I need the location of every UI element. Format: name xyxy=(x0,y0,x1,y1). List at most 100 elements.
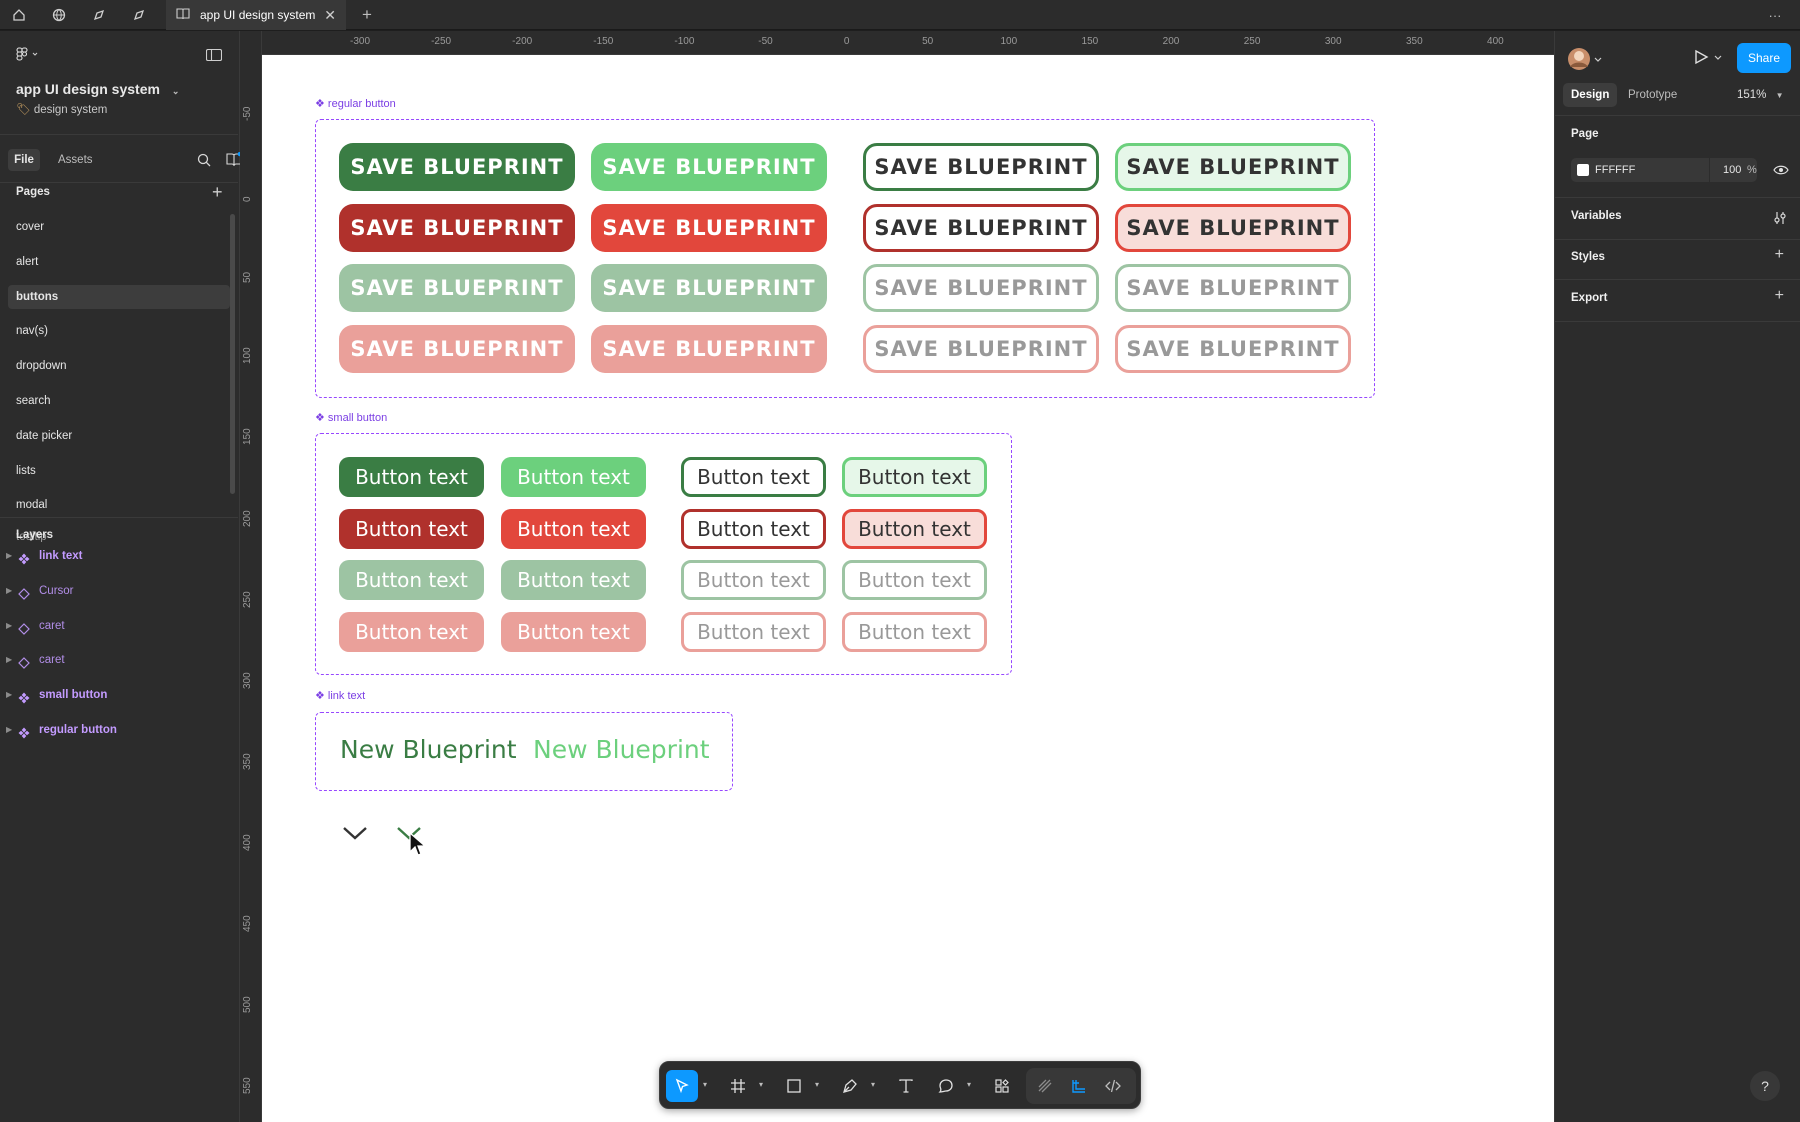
small-button-label[interactable]: ❖ small button xyxy=(315,411,387,424)
search-icon[interactable] xyxy=(197,153,211,172)
caret-right-icon[interactable]: ▶ xyxy=(6,614,12,638)
add-page-icon[interactable]: + xyxy=(212,182,223,203)
variables-heading[interactable]: Variables xyxy=(1571,210,1622,222)
canvas[interactable]: ❖ regular button SAVE BLUEPRINT SAVE BLUE… xyxy=(262,55,1554,1122)
add-style-icon[interactable]: + xyxy=(1775,246,1784,264)
small-button[interactable]: Button text xyxy=(501,508,646,549)
layer-item[interactable]: ▶ regular button xyxy=(0,718,238,742)
save-blueprint-button[interactable]: SAVE BLUEPRINT xyxy=(863,143,1099,191)
page-opacity-value[interactable]: 100 xyxy=(1723,158,1741,182)
dev-mode-icon[interactable] xyxy=(1097,1070,1129,1102)
shape-tool[interactable] xyxy=(778,1070,810,1102)
help-button[interactable]: ? xyxy=(1750,1071,1780,1101)
small-button[interactable]: Button text xyxy=(842,457,987,497)
community-globe-icon[interactable] xyxy=(48,5,70,25)
design-mode-icon[interactable] xyxy=(1063,1070,1095,1102)
link-text-label[interactable]: ❖ link text xyxy=(315,689,365,702)
tab-file[interactable]: File xyxy=(8,149,40,171)
page-item[interactable]: search xyxy=(8,389,230,413)
page-item[interactable]: cover xyxy=(8,215,230,239)
regular-button-label[interactable]: ❖ regular button xyxy=(315,97,396,110)
caret-right-icon[interactable]: ▶ xyxy=(6,718,12,742)
comment-tool-dropdown-icon[interactable]: ▾ xyxy=(967,1080,971,1089)
tab-design[interactable]: Design xyxy=(1563,83,1618,107)
chevron-down-icon[interactable]: ⌄ xyxy=(172,86,180,96)
draft-pen-icon-2[interactable] xyxy=(128,5,150,25)
comment-tool[interactable] xyxy=(930,1070,962,1102)
page-item[interactable]: alert xyxy=(8,250,230,274)
layer-item[interactable]: ▶ link text xyxy=(0,544,238,568)
save-blueprint-button[interactable]: SAVE BLUEPRINT xyxy=(339,264,575,312)
styles-heading[interactable]: Styles xyxy=(1571,251,1605,263)
export-heading[interactable]: Export xyxy=(1571,292,1607,304)
save-blueprint-button[interactable]: SAVE BLUEPRINT xyxy=(591,264,827,312)
small-button[interactable]: Button text xyxy=(339,457,484,497)
main-menu-logo-icon[interactable] xyxy=(16,47,42,66)
frame-tool[interactable] xyxy=(722,1070,754,1102)
eye-visibility-icon[interactable] xyxy=(1773,163,1789,181)
small-button[interactable]: Button text xyxy=(842,508,987,549)
save-blueprint-button[interactable]: SAVE BLUEPRINT xyxy=(863,203,1099,252)
layer-item[interactable]: ▶ small button xyxy=(0,683,238,707)
active-file-tab[interactable]: app UI design system ✕ xyxy=(166,0,346,30)
tab-prototype[interactable]: Prototype xyxy=(1628,83,1677,107)
caret-right-icon[interactable]: ▶ xyxy=(6,579,12,603)
text-tool[interactable] xyxy=(890,1070,922,1102)
move-tool[interactable] xyxy=(666,1070,698,1102)
pen-tool[interactable] xyxy=(834,1070,866,1102)
save-blueprint-button[interactable]: SAVE BLUEPRINT xyxy=(339,203,575,252)
page-item[interactable]: dropdown xyxy=(8,354,230,378)
tab-assets[interactable]: Assets xyxy=(58,149,93,171)
more-options-icon[interactable]: ··· xyxy=(1764,5,1786,25)
file-name[interactable]: app UI design system ⌄ xyxy=(16,81,179,97)
pages-scrollbar[interactable] xyxy=(230,214,235,494)
shape-tool-dropdown-icon[interactable]: ▾ xyxy=(815,1080,819,1089)
small-button[interactable]: Button text xyxy=(681,508,826,549)
project-name[interactable]: 🏷 design system xyxy=(16,102,107,116)
zoom-dropdown[interactable]: 151% ▼ xyxy=(1737,83,1784,107)
caret-down-icon[interactable] xyxy=(342,825,368,846)
save-blueprint-button[interactable]: SAVE BLUEPRINT xyxy=(591,143,827,191)
save-blueprint-button[interactable]: SAVE BLUEPRINT xyxy=(863,264,1099,312)
small-button[interactable]: Button text xyxy=(501,560,646,600)
link-text-light[interactable]: New Blueprint xyxy=(533,735,710,764)
color-swatch[interactable] xyxy=(1577,164,1589,176)
small-button[interactable]: Button text xyxy=(842,611,987,652)
save-blueprint-button[interactable]: SAVE BLUEPRINT xyxy=(339,324,575,373)
small-button[interactable]: Button text xyxy=(681,457,826,497)
toggle-sidebar-icon[interactable] xyxy=(205,48,223,66)
link-text-dark[interactable]: New Blueprint xyxy=(340,735,517,764)
save-blueprint-button[interactable]: SAVE BLUEPRINT xyxy=(863,324,1099,373)
actions-tool[interactable] xyxy=(986,1070,1018,1102)
save-blueprint-button[interactable]: SAVE BLUEPRINT xyxy=(1115,203,1351,252)
page-fill-field[interactable]: FFFFFF 100 % xyxy=(1571,158,1757,182)
page-item[interactable]: lists xyxy=(8,459,230,483)
page-item[interactable]: date picker xyxy=(8,424,230,448)
move-tool-dropdown-icon[interactable]: ▾ xyxy=(703,1080,707,1089)
variables-settings-icon[interactable] xyxy=(1773,211,1787,230)
new-tab-icon[interactable]: + xyxy=(356,5,378,25)
draft-pen-icon[interactable] xyxy=(88,5,110,25)
small-button[interactable]: Button text xyxy=(501,457,646,497)
pen-tool-dropdown-icon[interactable]: ▾ xyxy=(871,1080,875,1089)
save-blueprint-button[interactable]: SAVE BLUEPRINT xyxy=(1115,143,1351,191)
share-button[interactable]: Share xyxy=(1737,43,1791,73)
small-button[interactable]: Button text xyxy=(339,560,484,600)
home-icon[interactable] xyxy=(8,5,30,25)
small-button[interactable]: Button text xyxy=(501,611,646,652)
caret-right-icon[interactable]: ▶ xyxy=(6,648,12,672)
save-blueprint-button[interactable]: SAVE BLUEPRINT xyxy=(1115,264,1351,312)
page-item[interactable]: nav(s) xyxy=(8,319,230,343)
caret-right-icon[interactable]: ▶ xyxy=(6,544,12,568)
add-export-icon[interactable]: + xyxy=(1775,287,1784,305)
layer-item[interactable]: ▶ Cursor xyxy=(0,579,238,603)
page-item[interactable]: buttons xyxy=(8,284,230,309)
small-button[interactable]: Button text xyxy=(339,611,484,652)
layer-item[interactable]: ▶ caret xyxy=(0,648,238,672)
caret-right-icon[interactable]: ▶ xyxy=(6,683,12,707)
layer-item[interactable]: ▶ caret xyxy=(0,614,238,638)
save-blueprint-button[interactable]: SAVE BLUEPRINT xyxy=(591,203,827,252)
small-button[interactable]: Button text xyxy=(339,508,484,549)
small-button[interactable]: Button text xyxy=(681,560,826,600)
frame-tool-dropdown-icon[interactable]: ▾ xyxy=(759,1080,763,1089)
